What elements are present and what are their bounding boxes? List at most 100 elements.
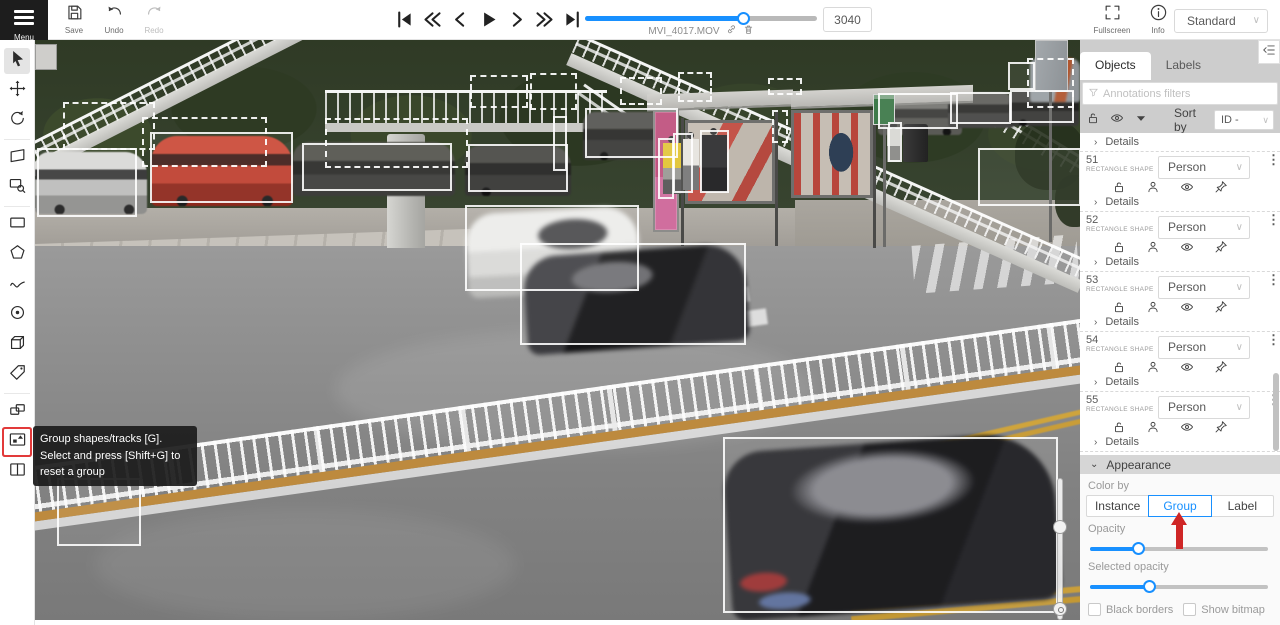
annotation-box-dashed[interactable]	[1027, 58, 1074, 108]
tool-rotate[interactable]	[4, 108, 30, 134]
save-button[interactable]: Save	[54, 3, 94, 39]
first-frame-button[interactable]	[392, 5, 416, 33]
annotation-box-solid[interactable]	[553, 116, 567, 171]
color-by-label-button[interactable]: Label	[1211, 495, 1274, 517]
annotation-box-solid[interactable]	[37, 148, 137, 217]
tab-labels[interactable]: Labels	[1151, 52, 1216, 80]
object-label-selector[interactable]: Person∨	[1158, 216, 1250, 239]
selected-opacity-slider[interactable]	[1090, 581, 1270, 593]
sort-order-selector[interactable]: ID - ascent ∨	[1214, 110, 1274, 130]
object-row[interactable]: 55RECTANGLE SHAPEPerson∨⋮›Details	[1080, 392, 1280, 452]
sidebar-collapse-button[interactable]	[1258, 40, 1280, 64]
tool-polyline[interactable]	[4, 272, 30, 298]
tool-rectangle[interactable]	[4, 212, 30, 238]
object-actions-menu[interactable]: ⋮	[1267, 155, 1277, 164]
person-icon[interactable]	[1146, 360, 1160, 379]
backward-button[interactable]	[420, 5, 444, 33]
frame-number-input[interactable]	[823, 7, 872, 32]
annotation-box-dashed[interactable]	[678, 72, 712, 102]
annotation-box-dashed[interactable]	[142, 117, 267, 167]
tool-fit-image[interactable]	[4, 145, 30, 171]
object-actions-menu[interactable]: ⋮	[1267, 275, 1277, 284]
forward-button[interactable]	[532, 5, 556, 33]
object-row[interactable]: 52RECTANGLE SHAPEPerson∨⋮›Details	[1080, 212, 1280, 272]
object-row[interactable]: 54RECTANGLE SHAPEPerson∨⋮›Details	[1080, 332, 1280, 392]
object-label-selector[interactable]: Person∨	[1158, 336, 1250, 359]
object-label-selector[interactable]: Person∨	[1158, 156, 1250, 179]
object-details-toggle[interactable]: ›Details	[1094, 256, 1139, 268]
person-icon[interactable]	[1146, 420, 1160, 439]
annotation-box-solid[interactable]	[700, 130, 729, 193]
annotation-box-dashed[interactable]	[530, 73, 577, 110]
person-icon[interactable]	[1146, 300, 1160, 319]
last-frame-button[interactable]	[560, 5, 584, 33]
annotation-box-solid[interactable]	[723, 437, 1058, 613]
object-row[interactable]: 53RECTANGLE SHAPEPerson∨⋮›Details	[1080, 272, 1280, 332]
tool-cursor[interactable]	[4, 48, 30, 74]
object-actions-menu[interactable]: ⋮	[1267, 215, 1277, 224]
eye-icon[interactable]	[1180, 420, 1194, 439]
info-button[interactable]: Info	[1138, 3, 1178, 39]
tab-objects[interactable]: Objects	[1080, 52, 1151, 80]
black-borders-checkbox[interactable]: Black borders	[1088, 603, 1173, 616]
link-icon[interactable]	[726, 24, 737, 38]
tool-cuboid[interactable]	[4, 332, 30, 358]
pin-icon[interactable]	[1214, 180, 1228, 199]
annotation-box-dashed[interactable]	[325, 118, 468, 168]
previous-frame-button[interactable]	[448, 5, 472, 33]
tool-tag[interactable]	[4, 362, 30, 388]
object-details-toggle[interactable]: ›Details	[1094, 196, 1139, 208]
eye-icon[interactable]	[1180, 360, 1194, 379]
next-frame-button[interactable]	[504, 5, 528, 33]
pin-icon[interactable]	[1214, 300, 1228, 319]
caret-down-icon[interactable]	[1134, 111, 1148, 130]
play-button[interactable]	[476, 5, 500, 33]
annotation-box-dashed[interactable]	[470, 75, 528, 108]
vertical-slider-reset[interactable]	[1053, 602, 1067, 616]
canvas-vertical-slider[interactable]	[1054, 478, 1066, 620]
redo-button[interactable]: Redo	[134, 3, 174, 39]
lock-open-icon[interactable]	[1086, 111, 1100, 130]
tool-point[interactable]	[4, 302, 30, 328]
workspace-selector[interactable]: Standard ∨	[1174, 9, 1268, 33]
vertical-slider-thumb[interactable]	[1053, 520, 1067, 534]
tool-group[interactable]	[4, 429, 30, 455]
annotation-box-solid[interactable]	[878, 93, 958, 129]
color-by-instance-button[interactable]: Instance	[1086, 495, 1149, 517]
annotation-box-solid[interactable]	[673, 133, 693, 193]
person-icon[interactable]	[1146, 240, 1160, 259]
eye-icon[interactable]	[1110, 111, 1124, 130]
pin-icon[interactable]	[1214, 240, 1228, 259]
annotation-box-dashed[interactable]	[772, 110, 788, 143]
object-details-toggle[interactable]: ›Details	[1094, 436, 1139, 448]
selected-opacity-slider-thumb[interactable]	[1143, 580, 1156, 593]
object-label-selector[interactable]: Person∨	[1158, 276, 1250, 299]
tool-select-region[interactable]	[4, 175, 30, 201]
object-details-toggle[interactable]: ›Details	[1094, 376, 1139, 388]
annotations-filter-input[interactable]	[1103, 88, 1272, 100]
opacity-slider-thumb[interactable]	[1132, 542, 1145, 555]
eye-icon[interactable]	[1180, 240, 1194, 259]
vertical-slider-track[interactable]	[1057, 478, 1063, 620]
object-row-partial[interactable]: › Details	[1080, 133, 1280, 152]
frame-slider[interactable]	[585, 16, 817, 21]
tool-split[interactable]	[4, 459, 30, 485]
object-label-selector[interactable]: Person∨	[1158, 396, 1250, 419]
annotation-box-solid[interactable]	[57, 478, 141, 546]
pin-icon[interactable]	[1214, 360, 1228, 379]
annotation-box-solid[interactable]	[950, 92, 1011, 124]
person-icon[interactable]	[1146, 180, 1160, 199]
appearance-header[interactable]: ⌄ Appearance	[1080, 455, 1280, 474]
eye-icon[interactable]	[1180, 180, 1194, 199]
annotation-box-dashed[interactable]	[768, 78, 802, 95]
annotation-box-solid[interactable]	[520, 243, 746, 345]
annotation-box-dashed[interactable]	[620, 77, 662, 105]
tool-merge[interactable]	[4, 399, 30, 425]
tool-polygon[interactable]	[4, 242, 30, 268]
objects-list-scrollbar[interactable]	[1273, 373, 1279, 451]
undo-button[interactable]: Undo	[94, 3, 134, 39]
trash-icon[interactable]	[743, 24, 754, 38]
object-row[interactable]: 51RECTANGLE SHAPEPerson∨⋮›Details	[1080, 152, 1280, 212]
fullscreen-button[interactable]: Fullscreen	[1092, 3, 1132, 39]
annotation-box-solid[interactable]	[978, 148, 1080, 206]
